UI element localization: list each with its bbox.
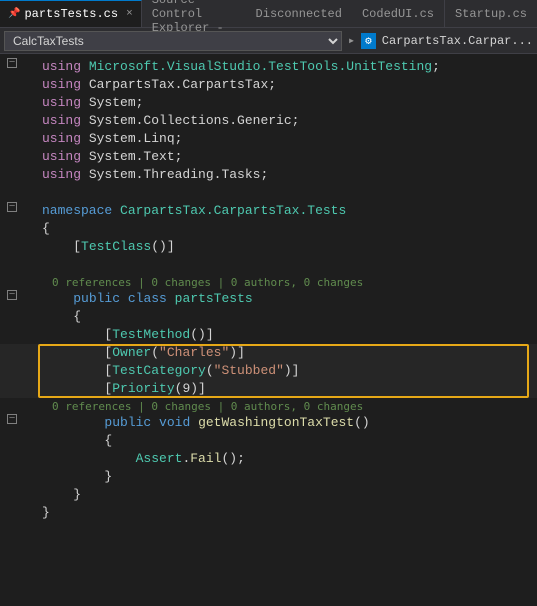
tab-startup-label: Startup.cs bbox=[455, 7, 527, 21]
ref-text-1: 0 references | 0 changes | 0 authors, 0 … bbox=[52, 276, 363, 289]
line-priority: [Priority(9)] bbox=[0, 380, 537, 398]
code-line-priority: [Priority(9)] bbox=[38, 380, 537, 398]
highlighted-block-wrapper: [Owner("Charles")] [TestCategory("Stubbe… bbox=[0, 344, 537, 398]
code-line-1: using Microsoft.VisualStudio.TestTools.U… bbox=[38, 58, 537, 76]
line-testmethod: [TestMethod()] bbox=[0, 326, 537, 344]
ref-line-2: 0 references | 0 changes | 0 authors, 0 … bbox=[0, 398, 537, 414]
line-brace2: { bbox=[0, 308, 537, 326]
line-1: − using Microsoft.VisualStudio.TestTools… bbox=[0, 58, 537, 76]
line-7: using System.Threading.Tasks; bbox=[0, 166, 537, 184]
code-line-namespace: namespace CarpartsTax.CarpartsTax.Tests bbox=[38, 202, 537, 220]
line-spacer2 bbox=[0, 256, 537, 274]
line-6: using System.Text; bbox=[0, 148, 537, 166]
collapse-gutter-ns[interactable]: − bbox=[0, 202, 24, 212]
code-line-brace6: } bbox=[38, 504, 537, 522]
collapse-gutter-method[interactable]: − bbox=[0, 414, 24, 424]
pin-icon: 📌 bbox=[8, 8, 20, 20]
code-line-brace2: { bbox=[38, 308, 537, 326]
breadcrumb: ⚙ CarpartsTax.Carpar... bbox=[361, 33, 533, 49]
line-brace1: { bbox=[0, 220, 537, 238]
tab-label: partsTests.cs bbox=[24, 7, 118, 21]
code-line-2: using CarpartsTax.CarpartsTax; bbox=[38, 76, 537, 94]
line-testclass: [TestClass()] bbox=[0, 238, 537, 256]
line-brace3: { bbox=[0, 432, 537, 450]
code-line-6: using System.Text; bbox=[38, 148, 537, 166]
close-icon[interactable]: × bbox=[126, 8, 133, 20]
breadcrumb-icon: ⚙ bbox=[361, 33, 376, 49]
ref-line-1: 0 references | 0 changes | 0 authors, 0 … bbox=[0, 274, 537, 290]
tab-source-control[interactable]: Source Control Explorer - Source Control… bbox=[142, 0, 352, 27]
code-line-owner: [Owner("Charles")] bbox=[38, 344, 537, 362]
code-line-5: using System.Linq; bbox=[38, 130, 537, 148]
class-dropdown[interactable]: CalcTaxTests bbox=[4, 31, 342, 51]
code-line-brace4: } bbox=[38, 468, 537, 486]
disconnected-text: Disconnected bbox=[256, 7, 342, 21]
line-4: using System.Collections.Generic; bbox=[0, 112, 537, 130]
ref-text-2: 0 references | 0 changes | 0 authors, 0 … bbox=[52, 400, 363, 413]
line-assert: Assert.Fail(); bbox=[0, 450, 537, 468]
line-2: using CarpartsTax.CarpartsTax; bbox=[0, 76, 537, 94]
nav-bar: CalcTaxTests ▸ ⚙ CarpartsTax.Carpar... bbox=[0, 28, 537, 54]
code-line-testclass: [TestClass()] bbox=[38, 238, 537, 256]
code-line-brace1: { bbox=[38, 220, 537, 238]
code-line-7: using System.Threading.Tasks; bbox=[38, 166, 537, 184]
tab-startup[interactable]: Startup.cs bbox=[445, 0, 537, 27]
code-line-brace5: } bbox=[38, 486, 537, 504]
line-testcategory: [TestCategory("Stubbed")] bbox=[0, 362, 537, 380]
code-editor[interactable]: − using Microsoft.VisualStudio.TestTools… bbox=[0, 54, 537, 526]
line-3: using System; bbox=[0, 94, 537, 112]
code-line-3: using System; bbox=[38, 94, 537, 112]
tab-bar: 📌 partsTests.cs × Source Control Explore… bbox=[0, 0, 537, 28]
line-method: − public void getWashingtonTaxTest() bbox=[0, 414, 537, 432]
line-owner: [Owner("Charles")] bbox=[0, 344, 537, 362]
tab-coded-ui[interactable]: CodedUI.cs bbox=[352, 0, 445, 27]
code-line-method: public void getWashingtonTaxTest() bbox=[38, 414, 537, 432]
tab-source-control-label: Source Control Explorer - bbox=[152, 0, 252, 35]
code-line-brace3: { bbox=[38, 432, 537, 450]
editor-wrapper: − using Microsoft.VisualStudio.TestTools… bbox=[0, 54, 537, 526]
line-class: − public class partsTests bbox=[0, 290, 537, 308]
collapse-gutter-1[interactable]: − bbox=[0, 58, 24, 68]
line-5: using System.Linq; bbox=[0, 130, 537, 148]
code-line-4: using System.Collections.Generic; bbox=[38, 112, 537, 130]
tab-coded-ui-label: CodedUI.cs bbox=[362, 7, 434, 21]
code-line-class: public class partsTests bbox=[38, 290, 537, 308]
line-spacer1 bbox=[0, 184, 537, 202]
code-line-testmethod: [TestMethod()] bbox=[38, 326, 537, 344]
line-namespace: − namespace CarpartsTax.CarpartsTax.Test… bbox=[0, 202, 537, 220]
tab-parts-tests[interactable]: 📌 partsTests.cs × bbox=[0, 0, 142, 27]
code-line-testcategory: [TestCategory("Stubbed")] bbox=[38, 362, 537, 380]
line-brace6: } bbox=[0, 504, 537, 522]
breadcrumb-text: CarpartsTax.Carpar... bbox=[382, 34, 533, 48]
line-brace5: } bbox=[0, 486, 537, 504]
line-brace4: } bbox=[0, 468, 537, 486]
nav-separator: ▸ bbox=[344, 33, 359, 48]
collapse-gutter-class[interactable]: − bbox=[0, 290, 24, 300]
code-line-assert: Assert.Fail(); bbox=[38, 450, 537, 468]
